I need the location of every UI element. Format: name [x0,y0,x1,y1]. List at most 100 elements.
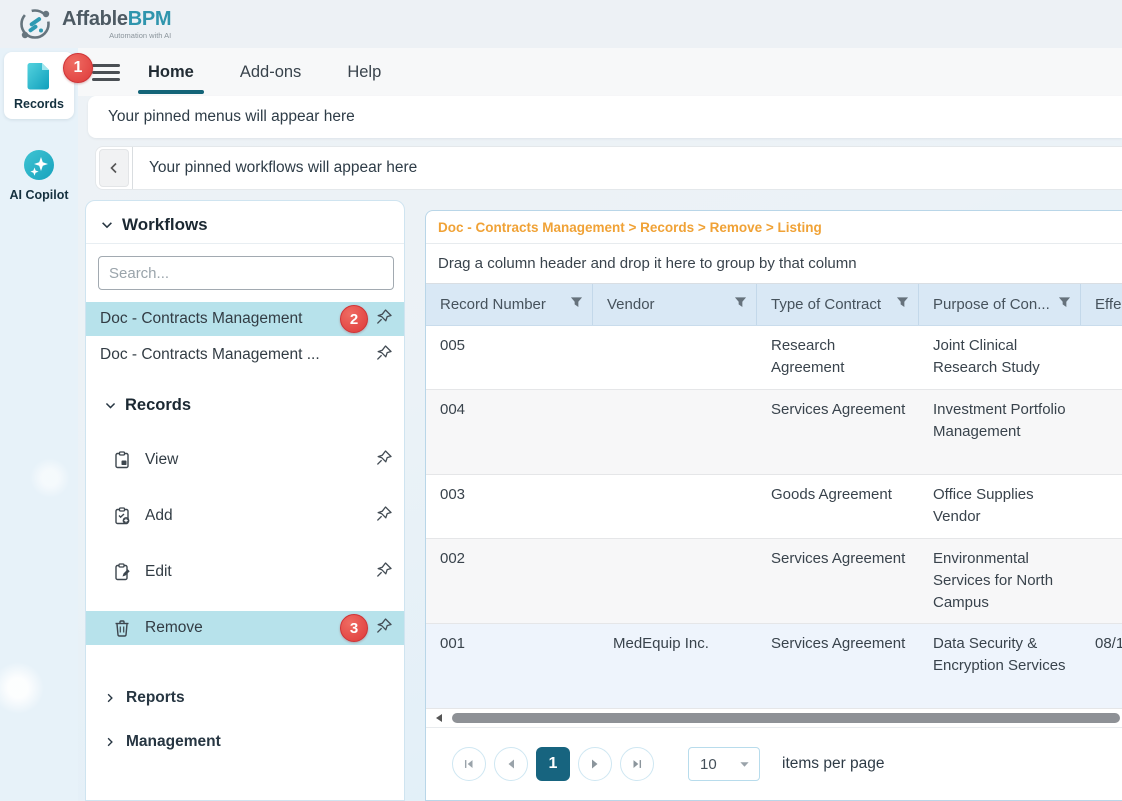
pin-icon[interactable] [374,560,394,585]
clipboard-view-icon [112,450,132,470]
pin-icon[interactable] [374,504,394,529]
previous-page-button[interactable] [494,747,528,781]
pagination-bar: 1 10 items per page [426,727,1122,800]
cell-vendor [593,539,757,623]
cell-vendor [593,326,757,389]
cell-effective [1081,390,1122,474]
workflow-item-contracts-management-2[interactable]: Doc - Contracts Management ... [86,338,404,372]
filter-icon[interactable] [896,296,909,313]
tab-home-label: Home [148,63,194,82]
pin-icon[interactable] [374,616,394,641]
workflow-item-label: Doc - Contracts Management ... [100,346,368,364]
workflows-section-header[interactable]: Workflows [86,211,404,243]
column-header-vendor[interactable]: Vendor [593,284,757,325]
rail-records-label: Records [14,97,64,111]
horizontal-scrollbar [426,709,1122,727]
trash-icon [112,618,132,638]
next-page-button[interactable] [578,747,612,781]
menu-item-view[interactable]: View [86,443,404,477]
top-bar: AffableBPM Automation with AI [0,0,1122,48]
cell-type: Research Agreement [757,326,919,389]
cell-effective [1081,539,1122,623]
records-file-icon [22,58,56,92]
items-per-page-label: items per page [782,755,885,773]
rail-item-ai-copilot[interactable]: AI Copilot [4,141,74,210]
last-page-icon [630,757,644,771]
brand-tagline: Automation with AI [109,32,171,40]
workflow-item-contracts-management[interactable]: Doc - Contracts Management 2 [86,302,404,336]
rail-copilot-label: AI Copilot [9,188,68,202]
menu-item-edit[interactable]: Edit [86,555,404,589]
chevron-down-icon [739,759,750,770]
filter-icon[interactable] [570,296,583,313]
cell-vendor [593,390,757,474]
column-header-type-of-contract[interactable]: Type of Contract [757,284,919,325]
column-label: Effec [1095,296,1122,313]
section-label: Reports [126,689,185,707]
nav-tabs: Home Add-ons Help [144,48,385,96]
collapse-left-button[interactable] [99,149,129,187]
section-management[interactable]: Management [86,733,404,751]
section-reports[interactable]: Reports [86,689,404,707]
table-row-004[interactable]: 004 Services Agreement Investment Portfo… [426,390,1122,475]
tab-add-ons[interactable]: Add-ons [236,48,305,96]
breadcrumb: Doc - Contracts Management > Records > R… [426,211,1122,244]
cell-purpose: Environmental Services for North Campus [919,539,1081,623]
chevron-left-icon [108,162,120,174]
chevron-right-icon [104,692,116,704]
current-page-button[interactable]: 1 [536,747,570,781]
first-page-button[interactable] [452,747,486,781]
cell-purpose: Office Supplies Vendor [919,475,1081,538]
table-row-005[interactable]: 005 Research Agreement Joint Clinical Re… [426,326,1122,390]
page-size-value: 10 [700,756,717,773]
cell-type: Services Agreement [757,390,919,474]
table-row-001[interactable]: 001 MedEquip Inc. Services Agreement Dat… [426,624,1122,709]
records-title: Records [125,396,191,415]
pin-icon[interactable] [374,307,394,332]
cell-type: Services Agreement [757,624,919,708]
pinned-menus-bar: Your pinned menus will appear here [88,96,1122,138]
cell-record-number: 002 [426,539,593,623]
tab-add-ons-label: Add-ons [240,63,301,82]
cell-effective [1081,475,1122,538]
column-header-purpose[interactable]: Purpose of Con... [919,284,1081,325]
last-page-button[interactable] [620,747,654,781]
pinned-menus-hint: Your pinned menus will appear here [108,108,355,126]
column-header-effective-date[interactable]: Effec [1081,284,1122,325]
table-row-002[interactable]: 002 Services Agreement Environmental Ser… [426,539,1122,624]
pin-icon[interactable] [374,448,394,473]
cell-record-number: 001 [426,624,593,708]
workflows-panel: Workflows Doc - Contracts Management 2 D… [85,200,405,801]
pinned-workflows-bar: Your pinned workflows will appear here [95,146,1122,190]
menu-item-label: View [145,451,368,469]
column-label: Purpose of Con... [933,296,1050,313]
cell-type: Goods Agreement [757,475,919,538]
tab-help[interactable]: Help [343,48,385,96]
filter-icon[interactable] [734,296,747,313]
column-label: Record Number [440,296,546,313]
hamburger-menu-icon[interactable] [92,61,120,83]
menu-item-add[interactable]: Add [86,499,404,533]
clipboard-add-icon [112,506,132,526]
workflow-search-input[interactable] [98,256,394,290]
main-panel: Doc - Contracts Management > Records > R… [425,210,1122,801]
chevron-down-icon [104,399,117,412]
column-header-record-number[interactable]: Record Number [426,284,593,325]
cell-effective: 08/11 [1081,624,1122,708]
records-section-header[interactable]: Records [86,394,404,421]
brand-logo-icon [16,5,54,43]
page-size-select[interactable]: 10 [688,747,760,781]
pin-icon[interactable] [374,343,394,368]
filter-icon[interactable] [1058,296,1071,313]
scroll-left-arrow[interactable] [434,713,444,723]
menu-item-label: Add [145,507,368,525]
scrollbar-thumb[interactable] [452,713,1120,723]
table-row-003[interactable]: 003 Goods Agreement Office Supplies Vend… [426,475,1122,539]
tab-home[interactable]: Home [144,48,198,96]
cell-type: Services Agreement [757,539,919,623]
left-rail: Records AI Copilot [0,48,78,801]
menu-item-remove[interactable]: Remove 3 [86,611,404,645]
previous-page-icon [505,758,517,770]
pinned-workflows-hint: Your pinned workflows will appear here [133,159,417,177]
column-label: Type of Contract [771,296,881,313]
